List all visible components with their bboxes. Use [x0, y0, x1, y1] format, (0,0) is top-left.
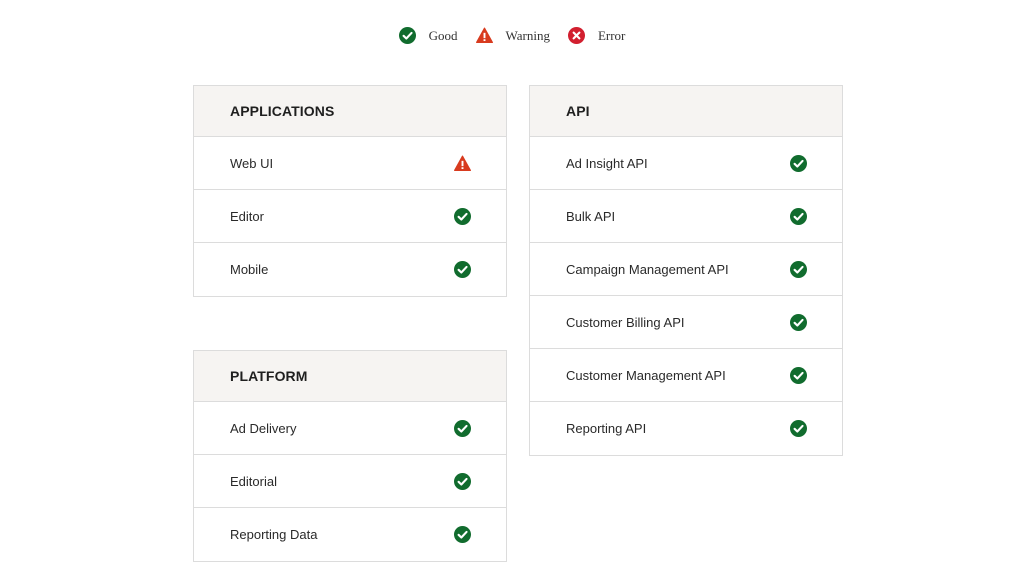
service-name: Web UI: [230, 155, 274, 171]
legend-item-good: Good: [398, 27, 458, 44]
check-circle-icon: [398, 27, 416, 44]
status-row-bulk-api: Bulk API: [530, 190, 842, 243]
legend-item-warning: Warning: [475, 27, 550, 44]
applications-panel: APPLICATIONS Web UI Editor Mobile: [193, 85, 507, 297]
status-legend: Good Warning Error: [0, 27, 1024, 44]
warning-triangle-icon: [454, 155, 471, 172]
status-row-mobile: Mobile: [194, 243, 506, 296]
status-row-reporting-api: Reporting API: [530, 402, 842, 455]
panel-title: APPLICATIONS: [194, 86, 506, 137]
service-name: Customer Management API: [566, 367, 726, 383]
service-name: Editorial: [230, 473, 277, 489]
service-name: Reporting Data: [230, 527, 318, 542]
legend-item-error: Error: [567, 27, 626, 44]
status-row-editor: Editor: [194, 190, 506, 243]
legend-label: Error: [597, 27, 626, 43]
legend-label: Warning: [505, 27, 550, 43]
service-name: Customer Billing API: [566, 314, 685, 330]
legend-label: Good: [428, 27, 458, 43]
status-row-web-ui: Web UI: [194, 137, 506, 190]
service-name: Bulk API: [566, 208, 616, 224]
status-row-customer-billing-api: Customer Billing API: [530, 296, 842, 349]
platform-panel: PLATFORM Ad Delivery Editorial Reporting D…: [193, 350, 507, 562]
check-circle-icon: [790, 154, 807, 172]
error-circle-icon: [567, 27, 585, 44]
check-circle-icon: [790, 420, 807, 437]
service-name: Ad Delivery: [230, 420, 297, 436]
status-row-editorial: Editorial: [194, 455, 506, 508]
status-row-ad-delivery: Ad Delivery: [194, 402, 506, 455]
status-row-campaign-management-api: Campaign Management API: [530, 243, 842, 296]
service-name: Reporting API: [566, 421, 647, 436]
service-name: Campaign Management API: [566, 261, 729, 277]
panel-title: PLATFORM: [194, 351, 506, 402]
check-circle-icon: [790, 260, 807, 278]
status-row-ad-insight-api: Ad Insight API: [530, 137, 842, 190]
check-circle-icon: [454, 419, 471, 437]
warning-triangle-icon: [475, 27, 493, 44]
check-circle-icon: [790, 366, 807, 384]
status-row-reporting-data: Reporting Data: [194, 508, 506, 561]
check-circle-icon: [454, 526, 471, 543]
check-circle-icon: [790, 207, 807, 225]
status-row-customer-management-api: Customer Management API: [530, 349, 842, 402]
service-name: Editor: [230, 208, 264, 224]
api-panel: API Ad Insight API Bulk API Campaign Manag…: [529, 85, 843, 456]
service-name: Ad Insight API: [566, 155, 648, 171]
check-circle-icon: [454, 261, 471, 278]
check-circle-icon: [454, 472, 471, 490]
service-name: Mobile: [230, 262, 269, 277]
check-circle-icon: [454, 207, 471, 225]
panel-title: API: [530, 86, 842, 137]
check-circle-icon: [790, 313, 807, 331]
